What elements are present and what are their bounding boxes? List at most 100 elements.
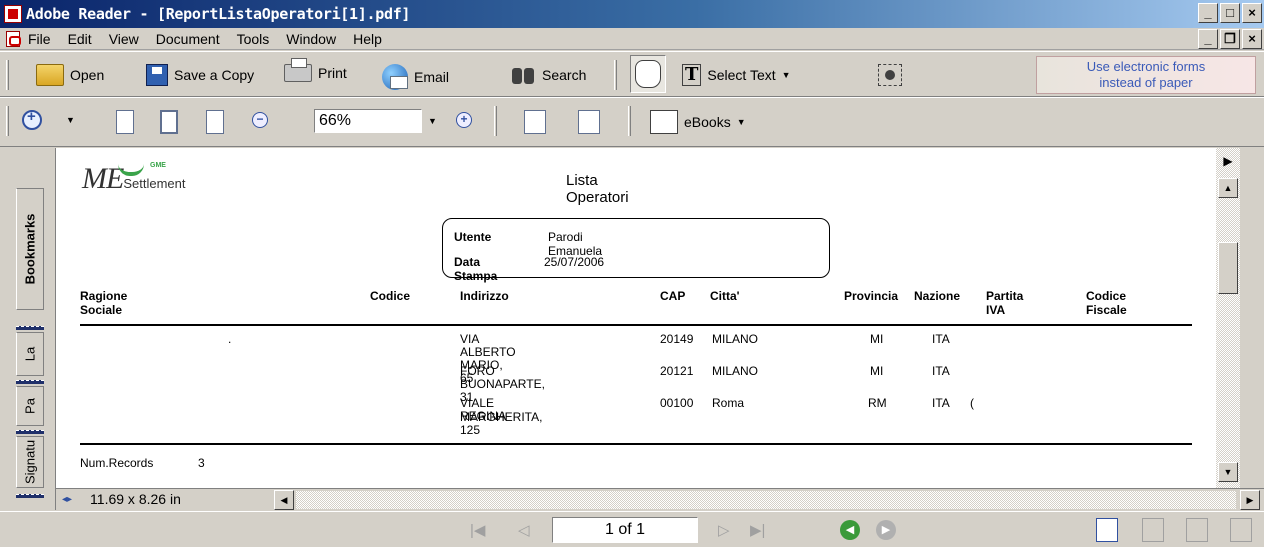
fit-width-button[interactable] [206,110,224,134]
rotate-clockwise-button[interactable] [524,110,546,134]
hand-tool-button[interactable] [630,55,666,93]
toolbar-grip[interactable] [628,106,631,136]
col-citta: Citta' [710,289,740,303]
snapshot-button[interactable] [878,64,902,86]
open-button[interactable]: Open [36,64,104,86]
row1-nazione: ITA [932,332,950,346]
table-top-rule [80,324,1192,326]
zoom-in-circle-icon: + [456,112,472,128]
doc-minimize-button[interactable]: _ [1198,29,1218,49]
menu-edit[interactable]: Edit [68,31,92,47]
zoom-tool-button[interactable]: ▼ [22,108,75,130]
split-handle-icon[interactable]: ◂▸ [62,494,72,505]
next-page-button[interactable]: ▷ [718,521,730,539]
scroll-right-button[interactable]: ▶ [1240,490,1260,510]
actual-size-button[interactable] [116,110,134,134]
row3-provincia: RM [868,396,887,410]
open-label: Open [70,67,105,83]
menu-help[interactable]: Help [353,31,382,47]
email-button[interactable]: Email [382,64,449,90]
select-text-button[interactable]: T Select Text ▼ [682,64,791,86]
doc-close-button[interactable]: × [1242,29,1262,49]
minimize-button[interactable]: _ [1198,3,1218,23]
search-button[interactable]: Search [510,64,586,86]
report-title: Lista Operatori [566,172,629,206]
continuous-facing-layout-button[interactable] [1186,518,1208,542]
col-provincia: Provincia [844,289,899,303]
printer-icon [284,58,312,82]
binoculars-icon [510,64,536,86]
file-toolbar: Open Save a Copy Print Email Search T Se… [0,51,1264,97]
print-button[interactable]: Print [284,58,347,82]
zoom-combo[interactable]: 66% ▼ [314,109,437,133]
page-indicator: 1 of 1 [604,521,646,538]
utente-value: Parodi Emanuela [548,230,603,258]
toolbar-grip[interactable] [614,60,617,90]
fit-page-button[interactable] [160,110,178,134]
menu-document[interactable]: Document [156,31,220,47]
scroll-down-button[interactable]: ▼ [1218,462,1238,482]
continuous-layout-button[interactable] [1142,518,1164,542]
ebook-icon [650,110,678,134]
toolbar-grip[interactable] [6,60,9,90]
toolbar-grip[interactable] [494,106,497,136]
col-codice: Codice [370,289,411,303]
horizontal-scroll-track[interactable] [296,491,1236,509]
vertical-scroll-thumb[interactable] [1218,242,1238,294]
electronic-forms-ad[interactable]: Use electronic forms instead of paper [1036,56,1256,94]
scroll-up-button[interactable]: ▲ [1218,178,1238,198]
chevron-down-icon[interactable]: ▼ [737,117,746,127]
adobe-reader-icon[interactable] [4,5,22,23]
tab-layers[interactable]: La [16,332,44,376]
first-page-button[interactable]: |◀ [470,521,485,539]
pdf-page-view[interactable]: MESettlement GME Lista Operatori Utente … [56,148,1240,488]
table-bottom-rule [80,443,1192,445]
zoom-level-input[interactable]: 66% [314,109,422,133]
menu-bar: File Edit View Document Tools Window Hel… [0,28,1264,50]
close-button[interactable]: × [1242,3,1262,23]
rotate-counterclockwise-button[interactable] [578,110,600,134]
save-copy-button[interactable]: Save a Copy [146,64,254,86]
utente-label: Utente [454,230,492,244]
zoom-in-button[interactable]: + [456,112,472,128]
single-page-layout-button[interactable] [1096,518,1118,542]
pane-menu-arrow-icon[interactable]: ▶ [1218,152,1238,172]
pdf-document-icon[interactable] [6,31,21,47]
row1-citta: MILANO [712,332,759,346]
doc-restore-button[interactable]: ❐ [1220,29,1240,49]
menu-tools[interactable]: Tools [237,31,270,47]
search-label: Search [542,67,587,83]
previous-page-button[interactable]: ◁ [518,521,530,539]
vertical-scrollbar[interactable]: ▲ ▼ [1216,148,1240,488]
facing-layout-button[interactable] [1230,518,1252,542]
ebooks-button[interactable]: eBooks ▼ [650,110,746,134]
last-page-button[interactable]: ▶| [750,521,765,539]
tab-divider [16,430,44,434]
chevron-down-icon[interactable]: ▼ [782,70,791,80]
chevron-down-icon[interactable]: ▼ [66,115,75,125]
go-back-button[interactable]: ◀ [840,520,860,540]
menu-file[interactable]: File [28,31,51,47]
num-records-value: 3 [198,456,205,470]
menu-view[interactable]: View [109,31,139,47]
tab-signatures[interactable]: Signatu [16,436,44,488]
maximize-button[interactable]: □ [1220,3,1240,23]
rotate-counterclockwise-icon [578,110,600,134]
ad-line-2: instead of paper [1099,75,1193,90]
row3-nazione: ITA [932,396,950,410]
row1-provincia: MI [870,332,884,346]
go-forward-button[interactable]: ▶ [876,520,896,540]
tab-bookmarks[interactable]: Bookmarks [16,188,44,310]
zoom-out-button[interactable]: − [252,112,268,128]
page-number-field[interactable]: 1 of 1 [552,517,698,543]
tab-divider [16,380,44,384]
actual-size-page-icon [116,110,134,134]
fit-width-icon [206,110,224,134]
tab-pages[interactable]: Pa [16,386,44,426]
scroll-left-button[interactable]: ◀ [274,490,294,510]
chevron-down-icon[interactable]: ▼ [428,116,437,126]
toolbar-grip[interactable] [6,106,9,136]
menu-window[interactable]: Window [286,31,336,47]
col-indirizzo: Indirizzo [460,289,509,303]
col-ragione-sociale: Ragione Sociale [80,289,128,317]
